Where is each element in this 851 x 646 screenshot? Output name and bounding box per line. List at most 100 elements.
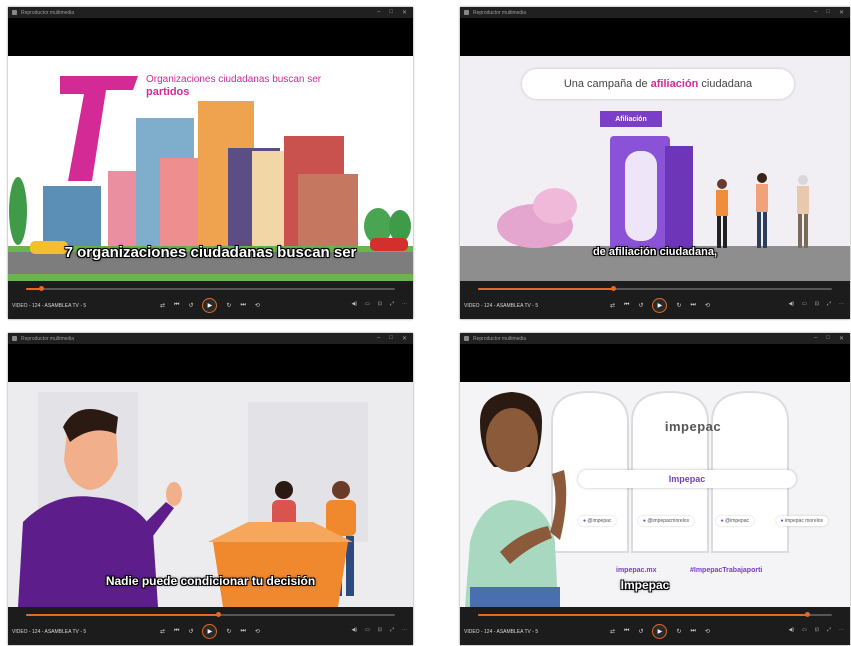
- social-handle: @impepacmorelos: [647, 518, 690, 524]
- volume-icon[interactable]: ◀): [352, 301, 358, 307]
- app-icon: [464, 336, 469, 341]
- repeat-icon[interactable]: ⟲: [255, 628, 260, 635]
- volume-icon[interactable]: ◀): [352, 627, 358, 633]
- repeat-icon[interactable]: ⟲: [705, 628, 710, 635]
- forward-icon[interactable]: ↻: [226, 628, 231, 635]
- more-icon[interactable]: ⋯: [839, 301, 844, 307]
- seek-handle[interactable]: [805, 612, 811, 617]
- shuffle-icon[interactable]: ⇄: [610, 302, 615, 309]
- window-title: Reproductor multimedia: [473, 335, 527, 342]
- next-icon[interactable]: ⏭: [241, 628, 246, 635]
- social-pill: ● impepac morelos: [775, 516, 828, 526]
- next-icon[interactable]: ⏭: [241, 302, 246, 309]
- minimize-button[interactable]: –: [377, 335, 380, 342]
- rewind-icon[interactable]: ↺: [638, 302, 643, 309]
- volume-icon[interactable]: ◀): [789, 627, 795, 633]
- title-bar: Reproductor multimedia – □ ✕: [460, 333, 850, 344]
- title-bar: Reproductor multimedia – □ ✕: [8, 333, 413, 344]
- video-frame[interactable]: impepac Impepac ● @impepac ● @impepacmor…: [460, 382, 850, 607]
- previous-icon[interactable]: ⏮: [624, 628, 629, 635]
- previous-icon[interactable]: ⏮: [174, 302, 179, 309]
- affiliation-sign: Afiliación: [600, 111, 662, 127]
- cast-icon[interactable]: ⊡: [378, 627, 382, 633]
- play-button[interactable]: ▶: [202, 298, 218, 313]
- video-frame[interactable]: Nadie puede condicionar tu decisión: [8, 382, 413, 607]
- rewind-icon[interactable]: ↺: [188, 302, 193, 309]
- caption-icon[interactable]: ▭: [802, 301, 807, 307]
- letterbox-top: [8, 18, 413, 56]
- more-icon[interactable]: ⋯: [839, 627, 844, 633]
- caption-icon[interactable]: ▭: [365, 627, 370, 633]
- seek-bar[interactable]: [26, 612, 395, 617]
- seek-bar[interactable]: [478, 286, 832, 291]
- close-button[interactable]: ✕: [839, 335, 844, 342]
- play-button[interactable]: ▶: [202, 624, 218, 639]
- cast-icon[interactable]: ⊡: [815, 627, 819, 633]
- maximize-button[interactable]: □: [389, 9, 393, 16]
- fullscreen-icon[interactable]: ⤢: [390, 627, 394, 633]
- rewind-icon[interactable]: ↺: [188, 628, 193, 635]
- play-button[interactable]: ▶: [652, 298, 668, 313]
- close-button[interactable]: ✕: [402, 335, 407, 342]
- seek-handle[interactable]: [38, 286, 44, 291]
- forward-icon[interactable]: ↻: [226, 302, 231, 309]
- shuffle-icon[interactable]: ⇄: [160, 302, 165, 309]
- facebook-icon: ●: [583, 518, 587, 524]
- campaign-banner: Una campaña de afiliación ciudadana: [522, 69, 794, 99]
- caption-icon[interactable]: ▭: [802, 627, 807, 633]
- seek-bar[interactable]: [26, 286, 395, 291]
- window-title: Reproductor multimedia: [21, 9, 75, 16]
- fullscreen-icon[interactable]: ⤢: [827, 301, 831, 307]
- seek-handle[interactable]: [610, 286, 616, 291]
- seek-handle[interactable]: [215, 612, 221, 617]
- volume-icon[interactable]: ◀): [789, 301, 795, 307]
- video-frame[interactable]: Organizaciones ciudadanas buscan ser par…: [8, 56, 413, 281]
- maximize-button[interactable]: □: [826, 335, 830, 342]
- rewind-icon[interactable]: ↺: [638, 628, 643, 635]
- seek-bar[interactable]: [478, 612, 832, 617]
- social-handle: @impepac: [725, 518, 749, 524]
- shuffle-icon[interactable]: ⇄: [160, 628, 165, 635]
- title-bar: Reproductor multimedia – □ ✕: [8, 7, 413, 18]
- minimize-button[interactable]: –: [377, 9, 380, 16]
- previous-icon[interactable]: ⏮: [174, 628, 179, 635]
- subtitle: Nadie puede condicionar tu decisión: [105, 574, 316, 588]
- headline-line-2: partidos: [146, 86, 190, 98]
- shuffle-icon[interactable]: ⇄: [610, 628, 615, 635]
- maximize-button[interactable]: □: [389, 335, 393, 342]
- more-icon[interactable]: ⋯: [402, 627, 407, 633]
- maximize-button[interactable]: □: [826, 9, 830, 16]
- forward-icon[interactable]: ↻: [676, 302, 681, 309]
- next-icon[interactable]: ⏭: [691, 302, 696, 309]
- play-button[interactable]: ▶: [652, 624, 668, 639]
- window-title: Reproductor multimedia: [21, 335, 75, 342]
- letterbox-top: [460, 18, 850, 56]
- close-button[interactable]: ✕: [839, 9, 844, 16]
- fullscreen-icon[interactable]: ⤢: [390, 301, 394, 307]
- more-icon[interactable]: ⋯: [402, 301, 407, 307]
- repeat-icon[interactable]: ⟲: [255, 302, 260, 309]
- subtitle: Impepac: [620, 578, 670, 592]
- fullscreen-icon[interactable]: ⤢: [827, 627, 831, 633]
- previous-icon[interactable]: ⏮: [624, 302, 629, 309]
- letterbox-top: [460, 344, 850, 382]
- repeat-icon[interactable]: ⟲: [705, 302, 710, 309]
- player-window-2: Reproductor multimedia – □ ✕ Una campaña d: [460, 7, 850, 319]
- app-icon: [464, 10, 469, 15]
- impepac-logo: impepac: [648, 407, 738, 453]
- minimize-button[interactable]: –: [814, 335, 817, 342]
- social-handle: @impepac: [587, 518, 612, 524]
- social-pill: ● @impepac: [715, 516, 754, 526]
- letterbox-top: [8, 344, 413, 382]
- social-handle: impepac morelos: [784, 518, 823, 524]
- caption-icon[interactable]: ▭: [365, 301, 370, 307]
- forward-icon[interactable]: ↻: [676, 628, 681, 635]
- twitter-icon: ●: [720, 518, 724, 524]
- video-frame[interactable]: Una campaña de afiliación ciudadana Afil…: [460, 56, 850, 281]
- minimize-button[interactable]: –: [814, 9, 817, 16]
- cast-icon[interactable]: ⊡: [815, 301, 819, 307]
- close-button[interactable]: ✕: [402, 9, 407, 16]
- cast-icon[interactable]: ⊡: [378, 301, 382, 307]
- player-controls: VIDEO - 124 - ASAMBLEA TV - 5 ⇄ ⏮ ↺ ▶ ↻ …: [8, 607, 413, 645]
- next-icon[interactable]: ⏭: [691, 628, 696, 635]
